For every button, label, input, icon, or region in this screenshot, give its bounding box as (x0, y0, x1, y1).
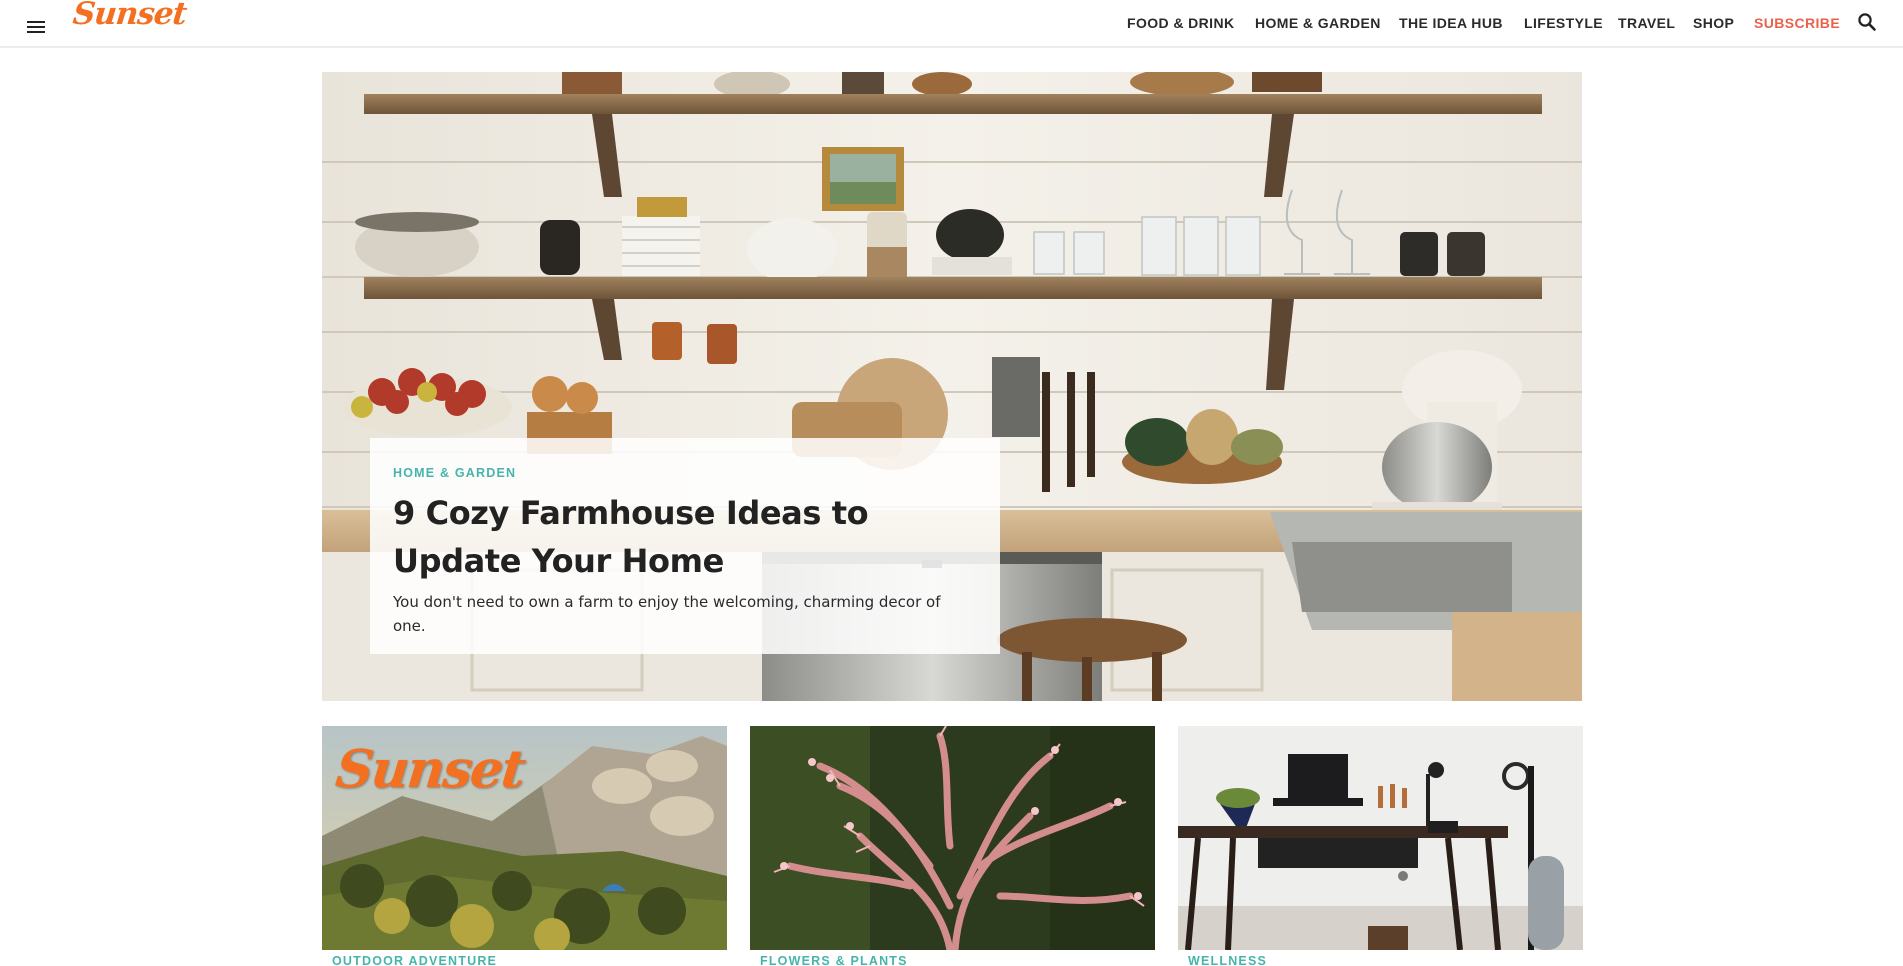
hero-category-label[interactable]: HOME & GARDEN (393, 466, 976, 480)
nav-item-idea-hub[interactable]: THE IDEA HUB (1399, 14, 1503, 32)
card-category-label[interactable]: WELLNESS (1188, 954, 1267, 966)
hero-article-card[interactable]: HOME & GARDEN 9 Cozy Farmhouse Ideas to … (370, 438, 1000, 654)
site-logo[interactable]: Sunset (71, 0, 188, 32)
nav-item-subscribe[interactable]: SUBSCRIBE (1754, 14, 1840, 32)
nav-item-home-garden[interactable]: HOME & GARDEN (1255, 14, 1381, 32)
hero-headline[interactable]: 9 Cozy Farmhouse Ideas to Update Your Ho… (393, 489, 976, 585)
hero-description: You don't need to own a farm to enjoy th… (393, 593, 941, 635)
nav-item-shop[interactable]: SHOP (1693, 14, 1734, 32)
card-category-label[interactable]: FLOWERS & PLANTS (760, 954, 908, 966)
standing-desk-image (1178, 726, 1583, 950)
card-image-mountain-camp[interactable]: Sunset (322, 726, 727, 950)
hero-feature[interactable]: HOME & GARDEN 9 Cozy Farmhouse Ideas to … (322, 72, 1582, 701)
card-image-sundew-plant[interactable] (750, 726, 1155, 950)
nav-item-lifestyle[interactable]: LIFESTYLE (1524, 14, 1603, 32)
site-header: Sunset FOOD & DRINK HOME & GARDEN THE ID… (0, 0, 1903, 48)
card-category-label[interactable]: OUTDOOR ADVENTURE (332, 954, 497, 966)
sunset-logo-overlay: Sunset (332, 739, 527, 800)
hamburger-menu-icon[interactable] (25, 19, 47, 35)
sundew-plant-image (750, 726, 1155, 950)
card-image-standing-desk[interactable] (1178, 726, 1583, 950)
nav-item-food-drink[interactable]: FOOD & DRINK (1127, 14, 1234, 32)
nav-item-travel[interactable]: TRAVEL (1618, 14, 1675, 32)
search-icon[interactable] (1857, 12, 1877, 32)
